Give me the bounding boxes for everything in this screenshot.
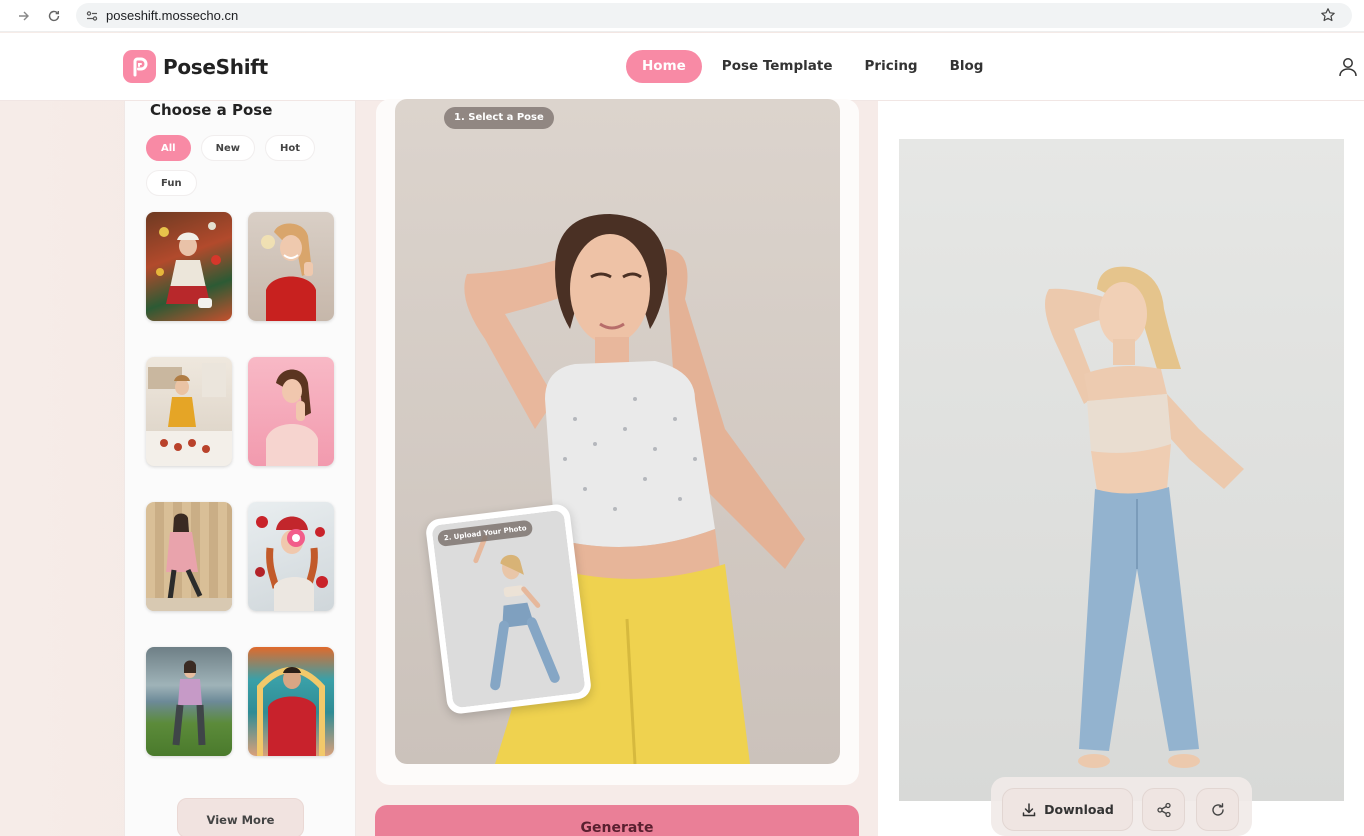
pose-thumbnail[interactable] [248,647,334,756]
view-more-button[interactable]: View More [177,798,304,836]
main-nav: Home Pose Template Pricing Blog [626,50,999,83]
nav-pricing[interactable]: Pricing [849,50,934,83]
pose-preview-card: 1. Select a Pose 2. Upload Your Photo [376,99,859,785]
pose-editor: 1. Select a Pose 2. Upload Your Photo Ge… [356,99,878,836]
pose-thumbnail[interactable] [248,502,334,611]
uploaded-photo-preview: 2. Upload Your Photo [431,509,586,709]
regenerate-button[interactable] [1196,788,1239,831]
forward-arrow-icon[interactable] [14,6,34,26]
logo[interactable]: PoseShift [123,50,268,83]
pose-thumbnail[interactable] [146,647,232,756]
nav-pose-template[interactable]: Pose Template [706,50,849,83]
upload-photo-card[interactable]: 2. Upload Your Photo [424,502,593,716]
download-button[interactable]: Download [1002,788,1133,831]
share-icon [1156,802,1171,817]
result-image [899,139,1344,801]
pose-thumbnail[interactable] [146,212,232,321]
result-panel: Download [878,101,1364,836]
nav-home[interactable]: Home [626,50,702,83]
bookmark-star-icon[interactable] [1320,7,1336,23]
filter-chip-new[interactable]: New [200,135,255,161]
url-text[interactable]: poseshift.mossecho.cn [106,8,238,23]
select-pose-badge: 1. Select a Pose [444,107,554,129]
nav-blog[interactable]: Blog [934,50,1000,83]
generate-button[interactable]: Generate [375,805,859,836]
filter-chip-hot[interactable]: Hot [265,135,316,161]
reload-icon[interactable] [44,6,64,26]
pose-thumbnail[interactable] [248,357,334,466]
pose-thumbnail[interactable] [248,212,334,321]
pose-thumbnail[interactable] [146,357,232,466]
pose-sidebar: Choose a Pose All New Hot Fun View More [124,101,356,836]
download-icon [1022,802,1036,816]
result-action-bar: Download [991,777,1252,836]
user-account-icon[interactable] [1336,55,1360,79]
site-settings-icon[interactable] [84,8,100,24]
share-button[interactable] [1142,788,1185,831]
download-label: Download [1044,802,1114,817]
site-header: PoseShift Home Pose Template Pricing Blo… [0,33,1364,101]
filter-chip-all[interactable]: All [146,135,191,161]
logo-mark-icon [123,50,156,83]
pose-thumbnail[interactable] [146,502,232,611]
refresh-icon [1211,802,1224,816]
logo-text: PoseShift [163,54,268,79]
filter-chip-fun[interactable]: Fun [146,170,197,196]
pose-filter-chips: All New Hot Fun [146,135,346,196]
address-bar[interactable]: poseshift.mossecho.cn [76,3,1352,28]
browser-toolbar: poseshift.mossecho.cn [0,0,1364,32]
sidebar-title: Choose a Pose [150,101,273,119]
